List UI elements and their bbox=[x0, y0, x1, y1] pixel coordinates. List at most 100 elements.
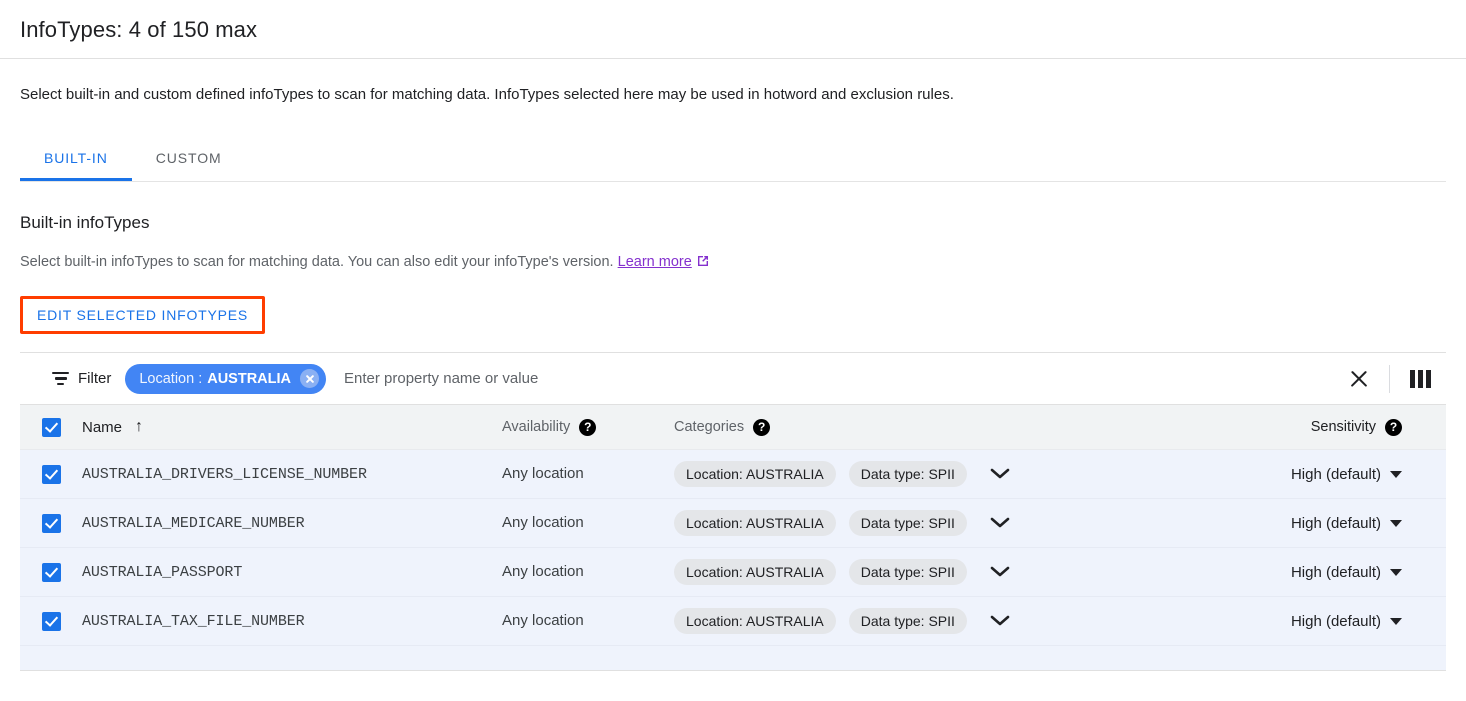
tab-custom[interactable]: CUSTOM bbox=[132, 135, 246, 181]
row-select-cell bbox=[20, 514, 82, 533]
category-tag: Data type: SPII bbox=[849, 461, 967, 487]
filter-icon[interactable] bbox=[52, 372, 69, 386]
edit-selected-infotypes-highlight: EDIT SELECTED INFOTYPES bbox=[20, 296, 265, 334]
category-tag: Data type: SPII bbox=[849, 510, 967, 536]
row-checkbox[interactable] bbox=[42, 563, 61, 582]
column-header-availability-label: Availability bbox=[502, 419, 570, 435]
row-select-cell bbox=[20, 465, 82, 484]
tab-underline bbox=[20, 181, 1446, 182]
help-icon[interactable]: ? bbox=[753, 419, 770, 436]
category-tag: Location: AUSTRALIA bbox=[674, 559, 836, 585]
infotype-availability: Any location bbox=[502, 514, 584, 531]
sensitivity-dropdown[interactable]: High (default) bbox=[1291, 515, 1402, 532]
filter-chip-remove-icon[interactable] bbox=[300, 369, 319, 388]
toolbar-divider bbox=[1389, 365, 1390, 393]
tab-built-in[interactable]: BUILT-IN bbox=[20, 135, 132, 181]
table-header-row: Name ↑ Availability ? Categories ? Sensi… bbox=[20, 405, 1446, 450]
table-footer-spacer bbox=[20, 646, 1446, 670]
filter-input[interactable] bbox=[342, 369, 1339, 388]
column-header-sensitivity-label: Sensitivity bbox=[1311, 419, 1376, 435]
filter-chip-value: AUSTRALIA bbox=[207, 371, 291, 387]
column-header-categories-label: Categories bbox=[674, 419, 744, 435]
sensitivity-value: High (default) bbox=[1291, 564, 1381, 581]
row-name-cell: AUSTRALIA_MEDICARE_NUMBER bbox=[82, 514, 502, 532]
tab-built-in-label: BUILT-IN bbox=[44, 150, 108, 166]
row-checkbox[interactable] bbox=[42, 612, 61, 631]
learn-more-label: Learn more bbox=[618, 254, 692, 270]
infotype-name: AUSTRALIA_DRIVERS_LICENSE_NUMBER bbox=[82, 466, 367, 483]
row-sensitivity-cell: High (default) bbox=[1164, 564, 1446, 581]
infotype-name: AUSTRALIA_PASSPORT bbox=[82, 564, 242, 581]
intro-description: Select built-in and custom defined infoT… bbox=[0, 59, 1466, 105]
filter-chip-key: Location : bbox=[139, 371, 202, 387]
category-tag: Location: AUSTRALIA bbox=[674, 461, 836, 487]
learn-more-link[interactable]: Learn more bbox=[618, 254, 710, 270]
table-row[interactable]: AUSTRALIA_MEDICARE_NUMBER Any location L… bbox=[20, 499, 1446, 548]
clear-filters-button[interactable] bbox=[1339, 359, 1379, 399]
filter-bar: Filter Location : AUSTRALIA bbox=[20, 352, 1446, 404]
row-categories-cell: Location: AUSTRALIA Data type: SPII bbox=[674, 559, 1164, 585]
row-sensitivity-cell: High (default) bbox=[1164, 613, 1446, 630]
columns-icon bbox=[1410, 370, 1431, 388]
filter-chip-location[interactable]: Location : AUSTRALIA bbox=[125, 364, 326, 394]
category-tag: Data type: SPII bbox=[849, 559, 967, 585]
row-categories-cell: Location: AUSTRALIA Data type: SPII bbox=[674, 510, 1164, 536]
section-title: Built-in infoTypes bbox=[20, 212, 1446, 234]
row-name-cell: AUSTRALIA_DRIVERS_LICENSE_NUMBER bbox=[82, 465, 502, 483]
sensitivity-value: High (default) bbox=[1291, 515, 1381, 532]
column-header-availability: Availability ? bbox=[502, 419, 674, 436]
external-link-icon bbox=[696, 254, 710, 274]
chevron-down-icon bbox=[1390, 618, 1402, 625]
row-categories-cell: Location: AUSTRALIA Data type: SPII bbox=[674, 608, 1164, 634]
row-availability-cell: Any location bbox=[502, 612, 674, 630]
expand-categories-icon[interactable] bbox=[990, 517, 1010, 529]
row-checkbox[interactable] bbox=[42, 465, 61, 484]
row-select-cell bbox=[20, 563, 82, 582]
close-icon bbox=[1349, 369, 1369, 389]
column-header-sensitivity: Sensitivity ? bbox=[1164, 419, 1446, 436]
row-categories-cell: Location: AUSTRALIA Data type: SPII bbox=[674, 461, 1164, 487]
sensitivity-value: High (default) bbox=[1291, 466, 1381, 483]
section-description-text: Select built-in infoTypes to scan for ma… bbox=[20, 254, 614, 270]
row-sensitivity-cell: High (default) bbox=[1164, 466, 1446, 483]
row-sensitivity-cell: High (default) bbox=[1164, 515, 1446, 532]
row-availability-cell: Any location bbox=[502, 563, 674, 581]
infotypes-table: Name ↑ Availability ? Categories ? Sensi… bbox=[20, 404, 1446, 671]
table-row[interactable]: AUSTRALIA_PASSPORT Any location Location… bbox=[20, 548, 1446, 597]
sensitivity-dropdown[interactable]: High (default) bbox=[1291, 613, 1402, 630]
table-row[interactable]: AUSTRALIA_DRIVERS_LICENSE_NUMBER Any loc… bbox=[20, 450, 1446, 499]
expand-categories-icon[interactable] bbox=[990, 566, 1010, 578]
category-tag: Location: AUSTRALIA bbox=[674, 608, 836, 634]
sort-ascending-icon: ↑ bbox=[135, 419, 143, 435]
select-all-checkbox[interactable] bbox=[42, 418, 61, 437]
help-icon[interactable]: ? bbox=[579, 419, 596, 436]
column-header-name-label: Name bbox=[82, 419, 122, 436]
row-availability-cell: Any location bbox=[502, 465, 674, 483]
select-all-cell bbox=[20, 418, 82, 437]
page-title: InfoTypes: 4 of 150 max bbox=[0, 0, 1466, 44]
tab-custom-label: CUSTOM bbox=[156, 150, 222, 166]
page-header: InfoTypes: 4 of 150 max bbox=[0, 0, 1466, 59]
expand-categories-icon[interactable] bbox=[990, 468, 1010, 480]
chevron-down-icon bbox=[1390, 520, 1402, 527]
table-row[interactable]: AUSTRALIA_TAX_FILE_NUMBER Any location L… bbox=[20, 597, 1446, 646]
row-availability-cell: Any location bbox=[502, 514, 674, 532]
builtin-section: Built-in infoTypes Select built-in infoT… bbox=[0, 212, 1466, 334]
expand-categories-icon[interactable] bbox=[990, 615, 1010, 627]
column-header-name[interactable]: Name ↑ bbox=[82, 419, 502, 436]
chevron-down-icon bbox=[1390, 471, 1402, 478]
column-settings-button[interactable] bbox=[1400, 359, 1440, 399]
sensitivity-dropdown[interactable]: High (default) bbox=[1291, 466, 1402, 483]
tab-bar: BUILT-IN CUSTOM bbox=[0, 135, 1466, 182]
sensitivity-dropdown[interactable]: High (default) bbox=[1291, 564, 1402, 581]
infotype-availability: Any location bbox=[502, 465, 584, 482]
row-checkbox[interactable] bbox=[42, 514, 61, 533]
category-tag: Location: AUSTRALIA bbox=[674, 510, 836, 536]
infotype-name: AUSTRALIA_TAX_FILE_NUMBER bbox=[82, 613, 305, 630]
row-select-cell bbox=[20, 612, 82, 631]
row-name-cell: AUSTRALIA_PASSPORT bbox=[82, 563, 502, 581]
edit-selected-infotypes-button[interactable]: EDIT SELECTED INFOTYPES bbox=[24, 300, 261, 330]
sensitivity-value: High (default) bbox=[1291, 613, 1381, 630]
filter-label: Filter bbox=[78, 370, 111, 387]
help-icon[interactable]: ? bbox=[1385, 419, 1402, 436]
